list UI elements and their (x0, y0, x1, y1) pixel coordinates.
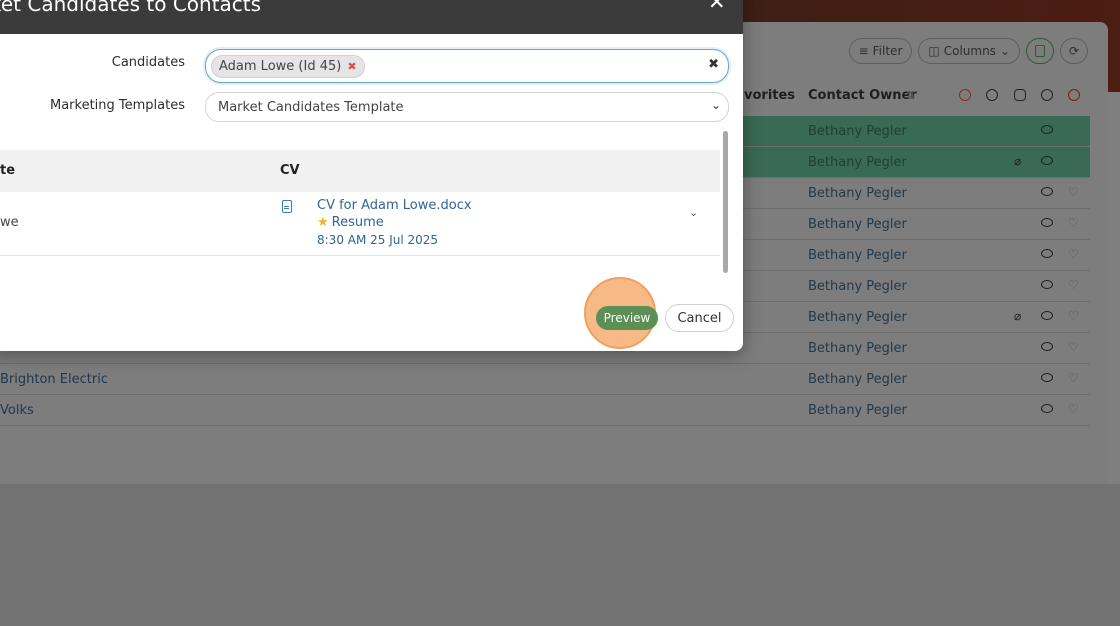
sort-icon[interactable]: ⇅ (906, 89, 915, 102)
eye-icon[interactable] (1041, 342, 1053, 351)
marketing-template-select[interactable]: Market Candidates Template ⌄ (205, 92, 729, 122)
eye-icon[interactable] (1041, 125, 1053, 134)
document-icon (282, 200, 292, 213)
marketing-templates-label: Marketing Templates (49, 98, 185, 113)
company-link[interactable]: Volks (0, 403, 34, 418)
eye-icon (1041, 89, 1053, 101)
table-row: we CV for Adam Lowe.docx ★ Resume 8:30 AM… (0, 192, 720, 256)
company-link[interactable]: Brighton Electric (0, 372, 108, 387)
candidates-input[interactable]: Adam Lowe (Id 45) ✖ ✖ (205, 49, 729, 83)
heart-icon[interactable]: ♡ (1068, 278, 1079, 292)
heart-icon[interactable]: ♡ (1068, 371, 1079, 385)
attachment-icon[interactable]: ⌀ (1014, 154, 1021, 168)
attachment-icon (1014, 89, 1026, 101)
clear-candidates-icon[interactable]: ✖ (708, 57, 719, 72)
background-lower-area (0, 484, 1120, 626)
export-excel-button[interactable] (1026, 38, 1054, 64)
contact-owner-cell: Bethany Pegler (808, 124, 907, 139)
eye-icon[interactable] (1041, 404, 1053, 413)
eye-icon[interactable] (1041, 187, 1053, 196)
columns-icon: ◫ (928, 44, 940, 58)
contact-owner-cell: Bethany Pegler (808, 155, 907, 170)
contact-owner-cell: Bethany Pegler (808, 341, 907, 356)
cancel-button[interactable]: Cancel (665, 304, 734, 332)
market-candidates-modal: ket Candidates to Contacts ✕ Candidates … (0, 0, 743, 351)
eye-icon[interactable] (1041, 249, 1053, 258)
attachment-icon[interactable]: ⌀ (1014, 309, 1021, 323)
candidate-name-cell: we (0, 215, 19, 230)
candidates-label: Candidates (111, 55, 185, 70)
modal-scrollbar[interactable] (723, 131, 728, 273)
excel-icon (1035, 45, 1045, 57)
columns-button[interactable]: ◫ Columns ⌄ (918, 38, 1020, 64)
remove-candidate-icon[interactable]: ✖ (347, 60, 356, 73)
cv-type-label: ★ Resume (317, 215, 384, 230)
refresh-button[interactable]: ⟳ (1060, 38, 1088, 64)
cv-date: 8:30 AM 25 Jul 2025 (317, 233, 439, 247)
help-icon (986, 89, 998, 101)
eye-icon[interactable] (1041, 280, 1053, 289)
preview-button[interactable]: Preview (596, 306, 658, 330)
eye-icon[interactable] (1041, 156, 1053, 165)
chevron-down-icon[interactable]: ⌄ (689, 206, 698, 219)
table-header: te CV (0, 150, 720, 192)
eye-icon[interactable] (1041, 311, 1053, 320)
eye-icon[interactable] (1041, 373, 1053, 382)
cv-column-header: CV (280, 163, 300, 178)
scrollbar-thumb[interactable] (723, 131, 728, 273)
contact-owner-cell: Bethany Pegler (808, 248, 907, 263)
cv-file-link[interactable]: CV for Adam Lowe.docx (317, 198, 472, 213)
heart-icon[interactable]: ♡ (1068, 123, 1079, 137)
refresh-icon: ⟳ (1068, 44, 1080, 58)
candidate-cv-table: te CV we CV for Adam Lowe.docx ★ Resume 8… (0, 150, 720, 256)
heart-icon[interactable]: ♡ (1068, 154, 1079, 168)
heart-icon (1068, 89, 1080, 101)
candidate-chip: Adam Lowe (Id 45) ✖ (211, 55, 365, 78)
table-row[interactable]: Brighton Electric Bethany Pegler ♡ (0, 364, 1090, 395)
contact-owner-cell: Bethany Pegler (808, 310, 907, 325)
contact-owner-cell: Bethany Pegler (808, 217, 907, 232)
contact-owner-cell: Bethany Pegler (808, 403, 907, 418)
heart-icon[interactable]: ♡ (1068, 185, 1079, 199)
candidate-chip-label: Adam Lowe (Id 45) (219, 59, 342, 74)
close-icon[interactable]: ✕ (708, 0, 726, 14)
candidate-column-header: te (0, 163, 16, 178)
heart-icon[interactable]: ♡ (1068, 247, 1079, 261)
contact-owner-column-header[interactable]: Contact Owner (808, 88, 917, 103)
contact-owner-cell: Bethany Pegler (808, 186, 907, 201)
template-select-value: Market Candidates Template (218, 99, 404, 115)
heart-icon[interactable]: ♡ (1068, 216, 1079, 230)
heart-icon[interactable]: ♡ (1068, 402, 1079, 416)
filter-icon: ≡ (858, 44, 869, 58)
favorites-column-header[interactable]: vorites (744, 88, 795, 103)
heart-icon[interactable]: ♡ (1068, 309, 1079, 323)
contact-owner-cell: Bethany Pegler (808, 279, 907, 294)
modal-title: ket Candidates to Contacts (0, 0, 262, 16)
table-row[interactable]: Volks Bethany Pegler ♡ (0, 395, 1090, 426)
chevron-down-icon: ⌄ (710, 98, 721, 112)
chevron-down-icon: ⌄ (999, 44, 1010, 58)
filter-button[interactable]: ≡ Filter (848, 38, 913, 64)
heart-icon[interactable]: ♡ (1068, 340, 1079, 354)
modal-header: ket Candidates to Contacts ✕ (0, 0, 743, 34)
background-toolbar: ≡ Filter ◫ Columns ⌄ ⟳ (848, 38, 1088, 64)
eye-icon[interactable] (1041, 218, 1053, 227)
contact-owner-cell: Bethany Pegler (808, 372, 907, 387)
star-icon: ★ (317, 215, 329, 230)
blocked-icon (959, 89, 971, 101)
